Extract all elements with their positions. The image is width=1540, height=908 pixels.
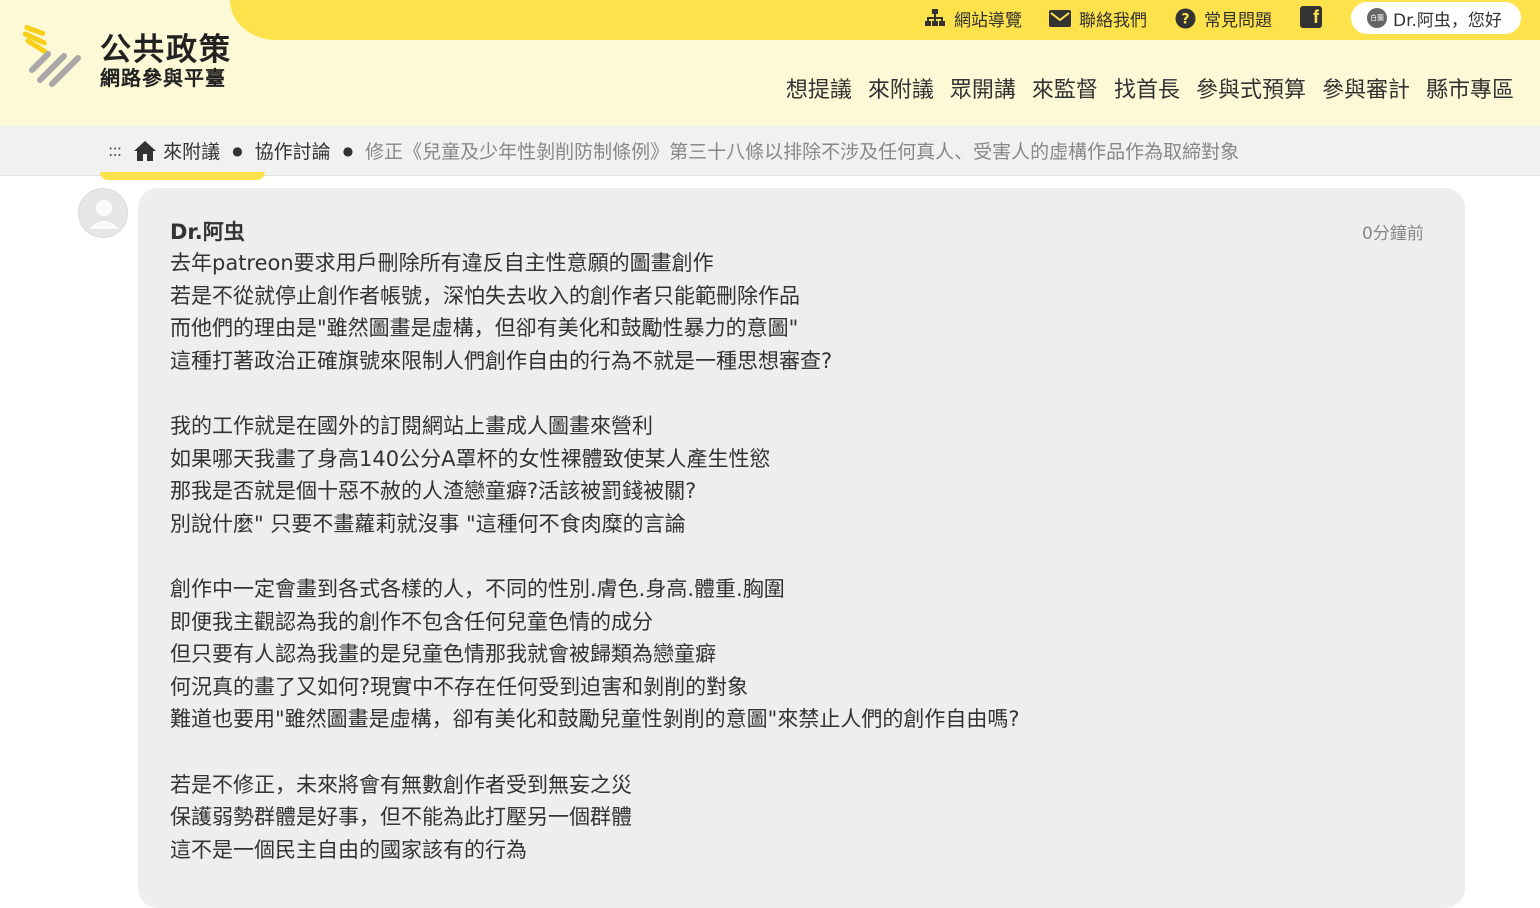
comment-line: 何況真的畫了又如何?現實中不存在任何受到迫害和剝削的對象	[170, 674, 749, 699]
comment-line: 而他們的理由是"雖然圖畫是虛構，但卻有美化和鼓勵性暴力的意圖"	[170, 316, 799, 341]
comment-body: 去年patreon要求用戶刪除所有違反自主性意願的圖畫創作 若是不從就停止創作者…	[170, 247, 1430, 866]
comment-line	[170, 540, 1430, 573]
home-icon[interactable]	[133, 140, 157, 162]
sitemap-link[interactable]: 網站導覽	[924, 6, 1022, 31]
comment-line	[170, 377, 1430, 410]
comment-line: 如果哪天我畫了身高140公分A罩杯的女性裸體致使某人產生性慾	[170, 446, 771, 471]
faq-link[interactable]: ? 常見問題	[1174, 6, 1272, 31]
user-greeting: Dr.阿虫，您好	[1393, 10, 1502, 31]
nav-endorse[interactable]: 來附議	[868, 72, 934, 104]
comment-time: 0分鐘前	[1362, 224, 1424, 244]
top-utility-bar	[230, 0, 1540, 40]
mail-icon	[1049, 7, 1071, 29]
comment-line: 去年patreon要求用戶刪除所有違反自主性意願的圖畫創作	[170, 251, 714, 275]
comment-author[interactable]: Dr.阿虫	[170, 216, 245, 246]
breadcrumb-current: 修正《兒童及少年性剝削防制條例》第三十八條以排除不涉及任何真人、受害人的虛構作品…	[365, 141, 1240, 163]
breadcrumb-endorse[interactable]: 來附議	[163, 137, 220, 164]
help-icon: ?	[1174, 7, 1196, 29]
nav-monitor[interactable]: 來監督	[1032, 72, 1098, 104]
nav-county-zone[interactable]: 縣市專區	[1426, 72, 1514, 104]
sitemap-label: 網站導覽	[954, 10, 1022, 31]
sitemap-icon	[924, 7, 946, 29]
comment-line: 若是不從就停止創作者帳號，深怕失去收入的創作者只能範刪除作品	[170, 283, 800, 308]
comment-line: 創作中一定會畫到各式各樣的人，不同的性別.膚色.身高.體重.胸圍	[170, 576, 785, 601]
comment-line: 我的工作就是在國外的訂閱網站上畫成人圖畫來營利	[170, 413, 653, 438]
comment-line: 保護弱勢群體是好事，但不能為此打壓另一個群體	[170, 805, 632, 830]
breadcrumb: ::: 來附議 ● 協作討論 ● 修正《兒童及少年性剝削防制條例》第三十八條以排…	[0, 126, 1540, 176]
breadcrumb-anchor: :::	[108, 141, 122, 160]
comment-line: 但只要有人認為我畫的是兒童色情那我就會被歸類為戀童癖	[170, 642, 716, 667]
active-tab-indicator	[100, 172, 265, 180]
comment-line: 這種打著政治正確旗號來限制人們創作自由的行為不就是一種思想審查?	[170, 348, 833, 373]
site-header: 公共政策 網路參與平臺 網站導覽 聯絡我們 ? 常見問題 f 白蘭 Dr.阿虫，…	[0, 0, 1540, 126]
breadcrumb-separator: ●	[232, 143, 243, 158]
svg-text:?: ?	[1181, 11, 1189, 27]
comment-line: 這不是一個民主自由的國家該有的行為	[170, 837, 527, 862]
nav-participatory-audit[interactable]: 參與審計	[1322, 72, 1410, 104]
nav-participatory-budget[interactable]: 參與式預算	[1196, 72, 1306, 104]
comment-line: 那我是否就是個十惡不赦的人渣戀童癖?活該被罰錢被關?	[170, 479, 697, 504]
comment-line	[170, 736, 1430, 769]
breadcrumb-separator: ●	[342, 143, 354, 158]
nav-propose[interactable]: 想提議	[786, 72, 852, 104]
main-navigation: 想提議 來附議 眾開講 來監督 找首長 參與式預算 參與審計 縣市專區	[786, 72, 1514, 104]
comment-line: 若是不修正，未來將會有無數創作者受到無妄之災	[170, 772, 632, 797]
nav-officials[interactable]: 找首長	[1114, 72, 1180, 104]
logo-subtitle[interactable]: 網路參與平臺	[100, 62, 226, 91]
site-logo-icon[interactable]	[18, 22, 88, 92]
comment-line: 難道也要用"雖然圖畫是虛構，卻有美化和鼓勵兒童性剝削的意圖"來禁止人們的創作自由…	[170, 707, 1020, 732]
contact-link[interactable]: 聯絡我們	[1049, 6, 1147, 31]
comment-line: 別說什麼" 只要不畫蘿莉就沒事 "這種何不食肉糜的言論	[170, 511, 686, 536]
avatar-icon[interactable]	[78, 188, 128, 238]
comment-line: 即便我主觀認為我的創作不包含任何兒童色情的成分	[170, 609, 653, 634]
nav-discuss[interactable]: 眾開講	[950, 72, 1016, 104]
user-badge: 白蘭	[1367, 8, 1387, 28]
contact-label: 聯絡我們	[1079, 10, 1147, 31]
facebook-icon[interactable]: f	[1300, 6, 1322, 28]
user-menu[interactable]: 白蘭 Dr.阿虫，您好	[1351, 2, 1521, 34]
faq-label: 常見問題	[1204, 10, 1272, 31]
breadcrumb-collab-discussion[interactable]: 協作討論	[255, 137, 331, 164]
